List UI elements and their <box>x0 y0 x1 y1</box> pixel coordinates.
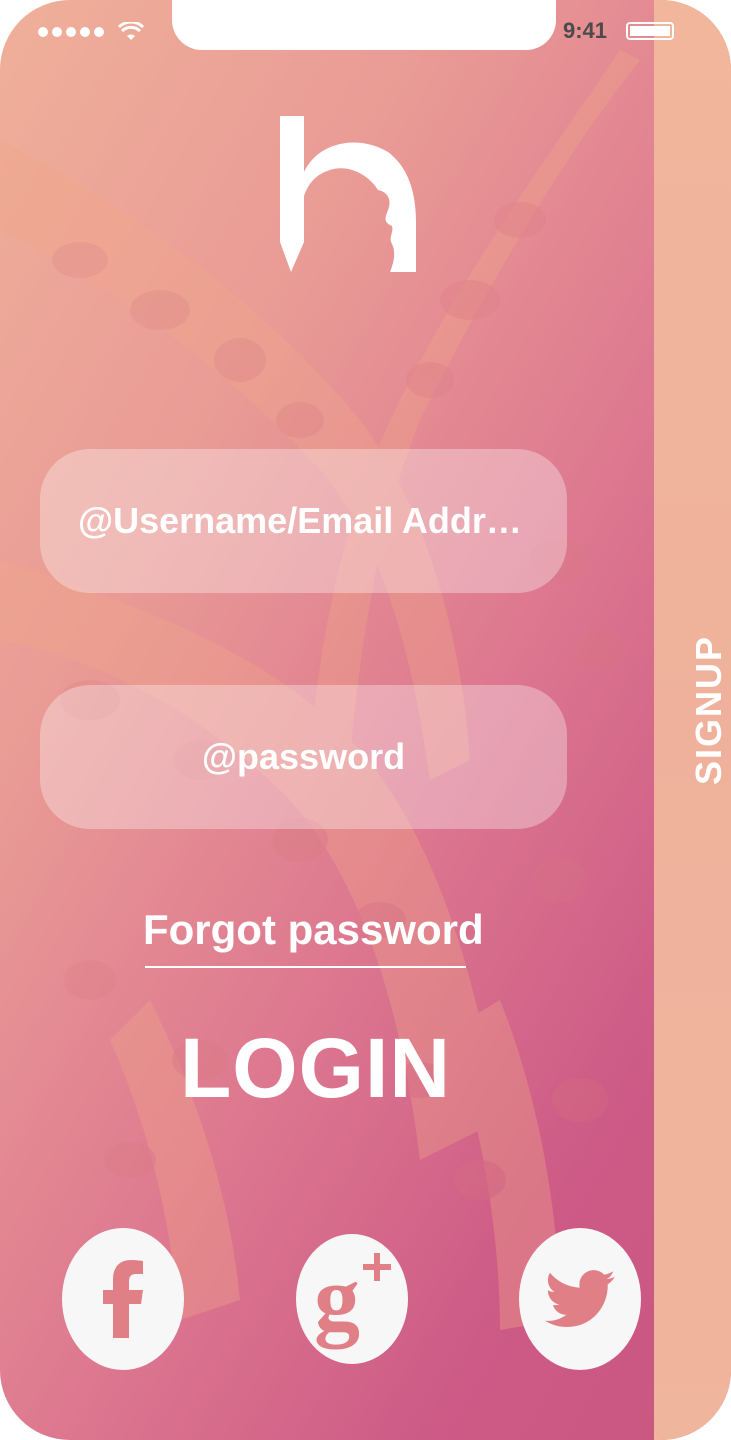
device-notch <box>172 0 556 50</box>
status-bar-left <box>38 22 144 42</box>
facebook-login-button[interactable] <box>62 1228 184 1370</box>
password-placeholder: @password <box>201 736 406 777</box>
signal-dot <box>52 27 62 37</box>
twitter-icon <box>545 1270 615 1327</box>
google-plus-icon: g <box>314 1247 391 1349</box>
username-email-input[interactable]: @Username/Email Address <box>40 449 567 593</box>
password-input[interactable]: @password <box>40 685 567 829</box>
signup-label-wrap[interactable]: SIGNUP <box>669 620 731 800</box>
forgot-password-underline <box>145 966 466 968</box>
google-plus-login-button[interactable]: g <box>296 1234 408 1364</box>
app-logo-icon <box>280 116 416 272</box>
signal-dot <box>66 27 76 37</box>
wifi-icon <box>118 22 144 40</box>
signup-label[interactable]: SIGNUP <box>688 635 730 785</box>
signal-dot <box>80 27 90 37</box>
status-time: 9:41 <box>563 18 608 43</box>
signal-dot <box>38 27 48 37</box>
signal-dot <box>94 27 104 37</box>
forgot-password-link[interactable]: Forgot password <box>143 906 484 954</box>
twitter-login-button[interactable] <box>519 1228 641 1370</box>
svg-text:g: g <box>314 1247 360 1349</box>
battery-icon <box>626 22 674 40</box>
phone-frame: SIGNUP 9:41 @Username/Email Address @pas… <box>0 0 731 1440</box>
username-placeholder: @Username/Email Address <box>78 500 529 541</box>
login-button[interactable]: LOGIN <box>180 1020 451 1117</box>
facebook-icon <box>103 1260 143 1338</box>
